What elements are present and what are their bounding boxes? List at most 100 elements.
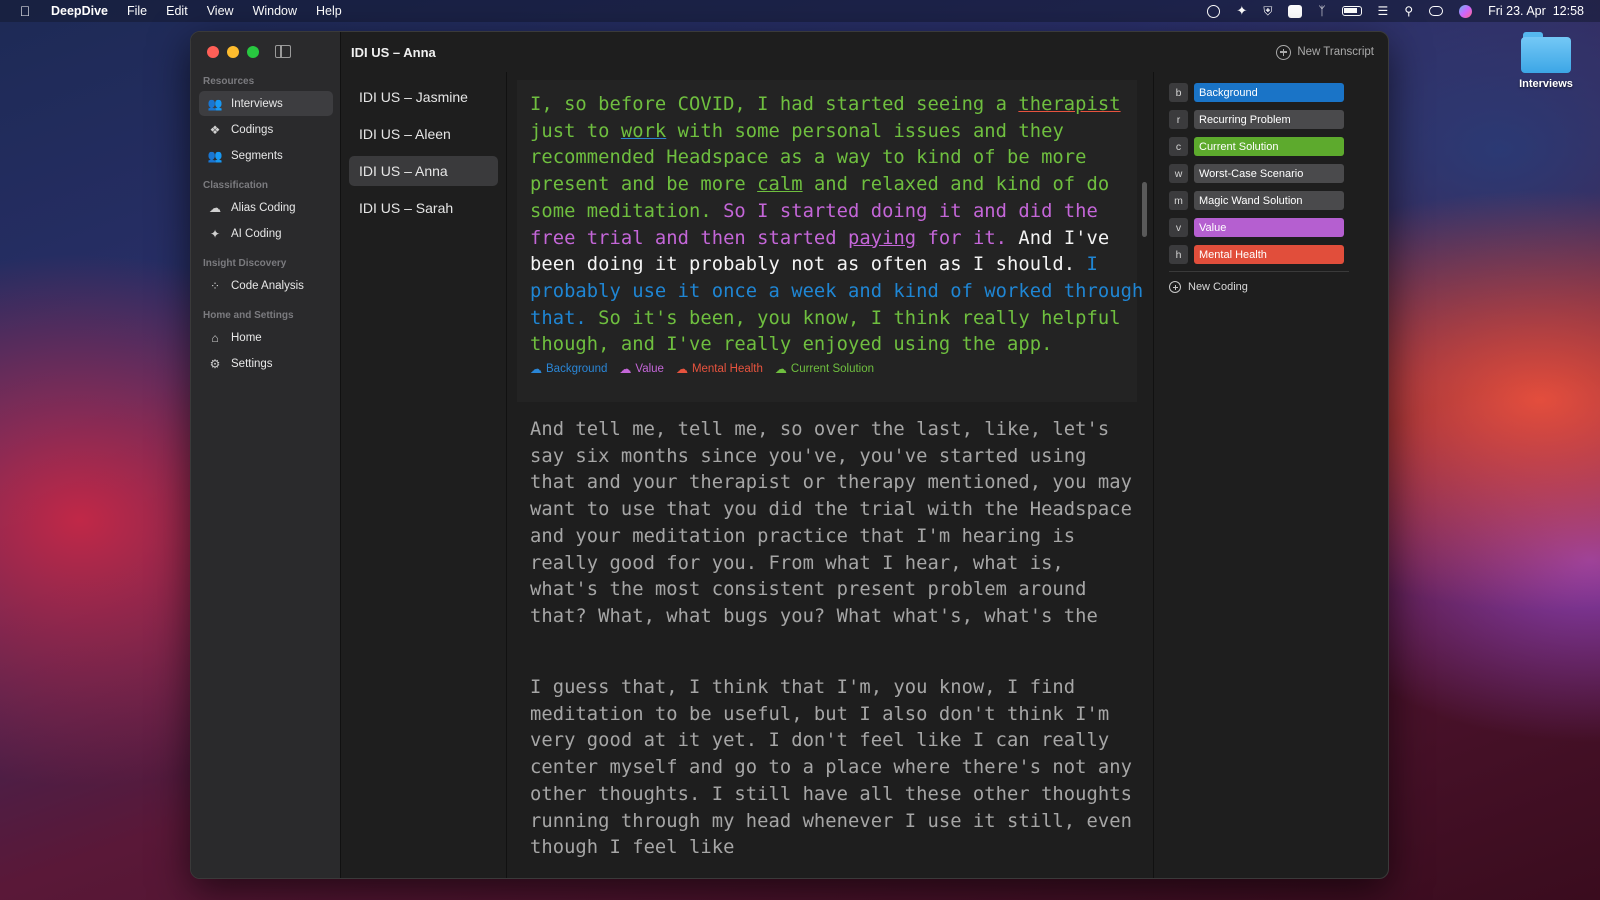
wifi-icon[interactable]: ☰ — [1378, 4, 1389, 18]
segment-word-therapist[interactable]: therapist — [1018, 94, 1120, 115]
sidebar-item-label: Interviews — [231, 97, 283, 110]
shortcut-key: h — [1169, 245, 1188, 264]
shield-icon[interactable]: ⛨ — [1263, 4, 1272, 19]
coding-row-value[interactable]: v Value — [1169, 217, 1388, 238]
bluetooth-icon[interactable]: ᛉ — [1318, 4, 1325, 18]
segment-word-calm[interactable]: calm — [757, 174, 802, 195]
transcript-paragraph[interactable]: I guess that, I think that I'm, you know… — [530, 675, 1140, 862]
tag-icon: ❖ — [209, 122, 221, 137]
folder-icon — [1521, 32, 1571, 73]
coding-label[interactable]: Current Solution — [1194, 137, 1344, 156]
brain-icon: ☁ — [675, 362, 688, 377]
sidebar-item-home[interactable]: ⌂ Home — [199, 325, 333, 350]
menu-bar:  DeepDive File Edit View Window Help ✦ … — [0, 0, 1600, 22]
sidebar-item-codings[interactable]: ❖ Codings — [199, 117, 333, 142]
sidebar-item-interviews[interactable]: 👥 Interviews — [199, 91, 333, 116]
section-resources: Resources — [203, 76, 255, 87]
tag-label: Current Solution — [790, 363, 875, 376]
coding-row-magic-wand[interactable]: m Magic Wand Solution — [1169, 190, 1388, 211]
scrollbar-thumb[interactable] — [1142, 182, 1147, 237]
segment-word-paying[interactable]: paying — [848, 228, 916, 249]
sidebar-item-ai-coding[interactable]: ✦ AI Coding — [199, 221, 333, 246]
tag-current-solution[interactable]: ☁ Current Solution — [775, 362, 874, 376]
menubar-clock[interactable]: Fri 23. Apr 12:58 — [1488, 4, 1584, 18]
tag-label: Value — [635, 363, 664, 376]
brain-icon: ☁ — [209, 200, 221, 215]
transcript-item-selected[interactable]: IDI US – Anna — [349, 156, 498, 186]
app-status-icon[interactable] — [1288, 4, 1303, 18]
battery-icon[interactable] — [1341, 6, 1362, 16]
menu-file[interactable]: File — [127, 4, 147, 18]
paragraph-text[interactable]: I, so before COVID, I had started seeing… — [530, 92, 1150, 359]
sidebar-item-code-analysis[interactable]: ⁘ Code Analysis — [199, 273, 333, 298]
title-bar: IDI US – Anna New Transcript — [341, 32, 1388, 72]
butterfly-icon[interactable]: ✦ — [1236, 3, 1247, 19]
codings-panel: b Background r Recurring Problem c Curre… — [1153, 72, 1388, 878]
plus-circle-icon — [1169, 281, 1181, 293]
app-menu[interactable]: DeepDive — [51, 4, 108, 18]
transcript-item[interactable]: IDI US – Aleen — [349, 119, 498, 149]
sidebar: Resources 👥 Interviews ❖ Codings 👥 Segme… — [191, 32, 341, 878]
siri-icon[interactable] — [1459, 4, 1473, 18]
segment-current-solution[interactable]: So it's been, you know, I think really h… — [530, 308, 1121, 356]
control-center-icon[interactable] — [1429, 6, 1444, 16]
sidebar-item-label: Settings — [231, 357, 273, 370]
section-home-settings: Home and Settings — [203, 310, 294, 321]
desktop-folder[interactable]: Interviews — [1518, 32, 1574, 90]
people-icon: 👥 — [207, 96, 223, 111]
coding-label[interactable]: Recurring Problem — [1194, 110, 1344, 129]
minimize-button[interactable] — [227, 46, 239, 58]
menu-edit[interactable]: Edit — [166, 4, 188, 18]
sidebar-item-label: AI Coding — [231, 227, 282, 240]
dots-circle-icon: ⁘ — [209, 278, 221, 293]
tag-value[interactable]: ☁ Value — [619, 362, 664, 376]
brain-icon: ☁ — [619, 362, 632, 377]
section-classification: Classification — [203, 180, 269, 191]
new-transcript-button[interactable]: New Transcript — [1276, 44, 1374, 60]
coding-label[interactable]: Magic Wand Solution — [1194, 191, 1344, 210]
coding-label[interactable]: Value — [1194, 218, 1344, 237]
coding-label[interactable]: Worst-Case Scenario — [1194, 164, 1344, 183]
gear-icon: ⚙ — [209, 356, 221, 371]
sidebar-item-segments[interactable]: 👥 Segments — [199, 143, 333, 168]
tag-background[interactable]: ☁ Background — [530, 362, 607, 376]
coding-row-recurring-problem[interactable]: r Recurring Problem — [1169, 109, 1388, 130]
sidebar-item-settings[interactable]: ⚙ Settings — [199, 351, 333, 376]
paragraph-tags: ☁ Background ☁ Value ☁ Mental Health ☁ C… — [530, 362, 1137, 376]
transcript-item[interactable]: IDI US – Sarah — [349, 193, 498, 223]
transcript-paragraph[interactable]: And tell me, tell me, so over the last, … — [530, 417, 1140, 631]
coding-row-mental-health[interactable]: h Mental Health — [1169, 244, 1388, 265]
zoom-button[interactable] — [247, 46, 259, 58]
shortcut-key: v — [1169, 218, 1188, 237]
status-circle-icon[interactable] — [1207, 4, 1221, 18]
sidebar-item-label: Code Analysis — [231, 279, 304, 292]
segment-background[interactable]: I, so before COVID, I had started seeing… — [530, 94, 1018, 115]
apple-icon[interactable]:  — [18, 3, 32, 19]
new-transcript-label: New Transcript — [1297, 46, 1374, 58]
menu-help[interactable]: Help — [316, 4, 342, 18]
transcript-list: IDI US – Jasmine IDI US – Aleen IDI US –… — [341, 72, 507, 878]
search-icon[interactable]: ⚲ — [1404, 4, 1413, 18]
coding-label[interactable]: Background — [1194, 83, 1344, 102]
tag-mental-health[interactable]: ☁ Mental Health — [676, 362, 763, 376]
transcript-item[interactable]: IDI US – Jasmine — [349, 82, 498, 112]
new-coding-button[interactable]: New Coding — [1169, 281, 1388, 293]
coded-paragraph[interactable]: I, so before COVID, I had started seeing… — [517, 80, 1143, 402]
coding-label[interactable]: Mental Health — [1194, 245, 1344, 264]
transcript-content: I, so before COVID, I had started seeing… — [508, 72, 1153, 878]
sidebar-item-label: Home — [231, 331, 262, 344]
segment-background[interactable]: just to — [530, 121, 621, 142]
close-button[interactable] — [207, 46, 219, 58]
menu-window[interactable]: Window — [253, 4, 297, 18]
segment-value[interactable]: for it. — [916, 228, 1018, 249]
coding-row-current-solution[interactable]: c Current Solution — [1169, 136, 1388, 157]
sidebar-toggle-icon[interactable] — [275, 45, 291, 58]
sidebar-item-alias-coding[interactable]: ☁ Alias Coding — [199, 195, 333, 220]
coding-row-worst-case[interactable]: w Worst-Case Scenario — [1169, 163, 1388, 184]
tag-label: Mental Health — [691, 363, 763, 376]
sidebar-item-label: Alias Coding — [231, 201, 296, 214]
menu-view[interactable]: View — [207, 4, 234, 18]
segment-word-work[interactable]: work — [621, 121, 666, 142]
shortcut-key: b — [1169, 83, 1188, 102]
coding-row-background[interactable]: b Background — [1169, 82, 1388, 103]
